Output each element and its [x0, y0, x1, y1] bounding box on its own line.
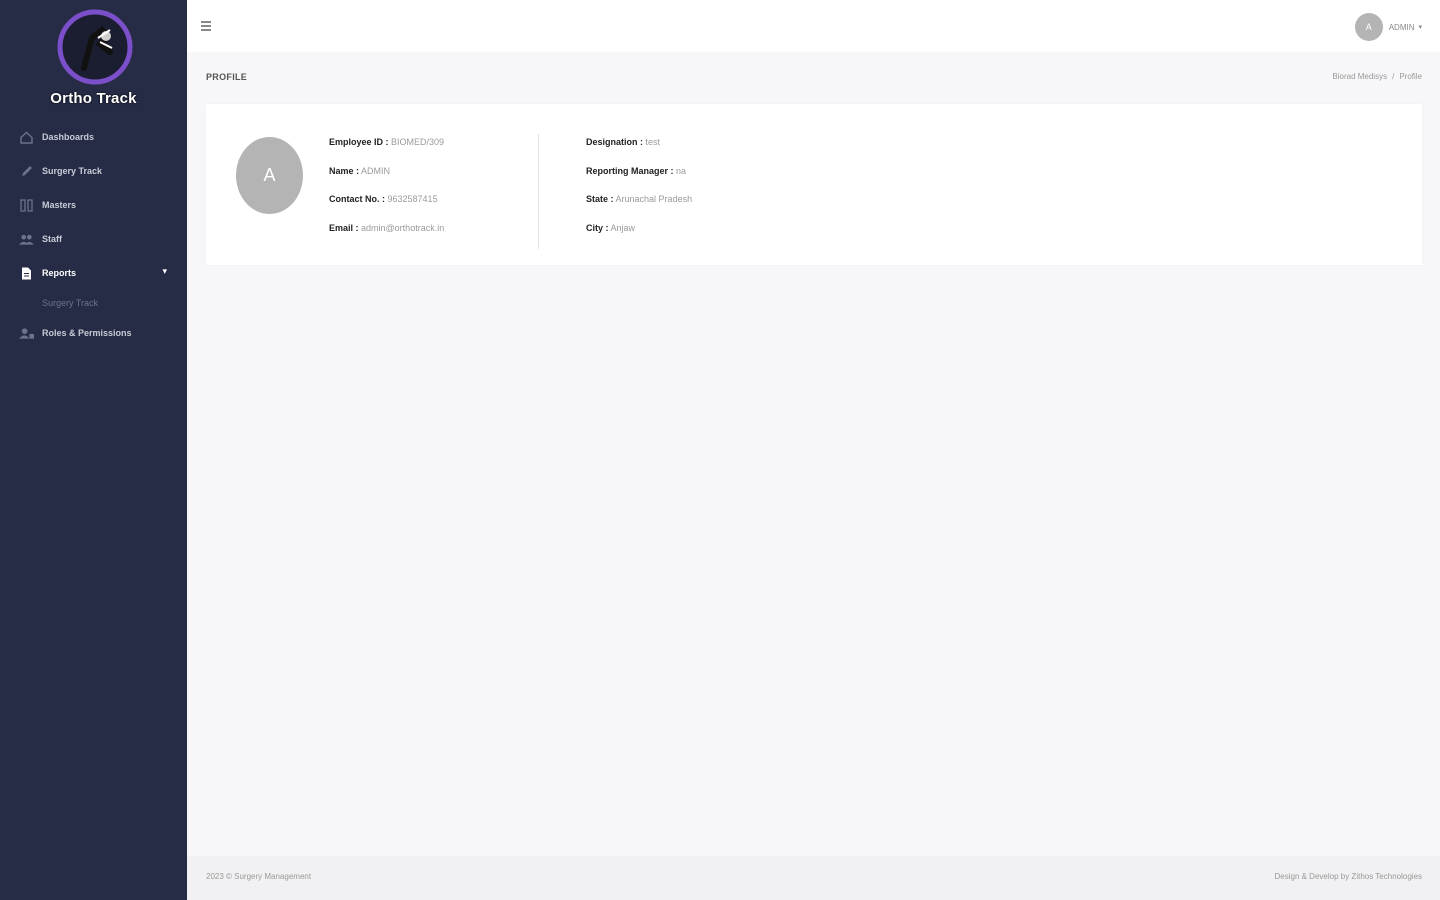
field-value: Arunachal Pradesh: [615, 194, 693, 204]
brand-name: Ortho Track: [50, 90, 137, 107]
document-icon: [19, 266, 34, 281]
sidebar-item-dashboards[interactable]: Dashboards: [0, 120, 187, 154]
field-label: City :: [586, 223, 609, 233]
field-designation: Designation : test: [586, 137, 660, 147]
sidebar-item-label: Staff: [42, 234, 62, 244]
user-name: ADMIN: [1388, 22, 1415, 32]
field-value: test: [645, 137, 661, 147]
sidebar-item-reports[interactable]: Reports ▾: [0, 256, 187, 290]
field-value: Anjaw: [610, 223, 636, 233]
field-value: admin@orthotrack.in: [361, 223, 445, 233]
field-value: 9632587415: [387, 194, 438, 204]
breadcrumb: Biorad Medisys / Profile: [1332, 72, 1422, 81]
sidebar-item-staff[interactable]: Staff: [0, 222, 187, 256]
sidebar-nav: Dashboards Surgery Track Masters Staff R…: [0, 120, 187, 350]
brand-logo[interactable]: Ortho Track: [0, 6, 187, 107]
home-icon: [19, 130, 34, 145]
field-label: Reporting Manager :: [586, 166, 674, 176]
profile-avatar: A: [236, 137, 303, 214]
field-email: Email : admin@orthotrack.in: [329, 223, 444, 233]
sidebar-item-label: Reports: [42, 268, 77, 278]
field-label: Email :: [329, 223, 359, 233]
field-contact: Contact No. : 9632587415: [329, 194, 438, 204]
ortho-track-logo-icon: [57, 9, 133, 85]
breadcrumb-link[interactable]: Biorad Medisys: [1332, 72, 1387, 81]
field-label: Designation :: [586, 137, 644, 147]
field-label: Name :: [329, 166, 360, 176]
sidebar-subitem-surgery-track[interactable]: Surgery Track: [0, 290, 187, 316]
sidebar-item-surgery-track[interactable]: Surgery Track: [0, 154, 187, 188]
user-lock-icon: [19, 326, 34, 341]
field-reporting-manager: Reporting Manager : na: [586, 166, 686, 176]
field-value: ADMIN: [361, 166, 391, 176]
footer-copyright: 2023 © Surgery Management: [206, 872, 312, 881]
profile-card: A Employee ID : BIOMED/309 Name : ADMIN …: [206, 104, 1422, 265]
breadcrumb-current: Profile: [1399, 72, 1422, 81]
sidebar-item-label: Surgery Track: [42, 166, 103, 176]
field-state: State : Arunachal Pradesh: [586, 194, 692, 204]
field-value: BIOMED/309: [391, 137, 445, 147]
chevron-down-icon: ▾: [1418, 24, 1422, 31]
field-label: State :: [586, 194, 614, 204]
avatar: A: [1354, 13, 1383, 41]
sidebar-item-masters[interactable]: Masters: [0, 188, 187, 222]
sidebar-item-label: Dashboards: [42, 132, 95, 142]
field-city: City : Anjaw: [586, 223, 635, 233]
sidebar-item-label: Roles & Permissions: [42, 328, 132, 338]
footer-credit: Design & Develop by Zithos Technologies: [1274, 872, 1423, 881]
divider: [538, 134, 539, 249]
footer: 2023 © Surgery Management Design & Devel…: [187, 856, 1440, 900]
topbar: A ADMIN ▾: [187, 0, 1440, 52]
page-title: PROFILE: [206, 72, 248, 82]
sidebar-item-label: Masters: [42, 200, 77, 210]
sidebar-item-roles-permissions[interactable]: Roles & Permissions: [0, 316, 187, 350]
field-label: Employee ID :: [329, 137, 389, 147]
users-icon: [19, 232, 34, 247]
grid-icon: [19, 198, 34, 213]
pencil-icon: [19, 164, 34, 179]
field-value: na: [676, 166, 687, 176]
user-menu[interactable]: A ADMIN ▾: [1354, 12, 1422, 42]
field-employee-id: Employee ID : BIOMED/309: [329, 137, 444, 147]
breadcrumb-separator: /: [1392, 72, 1395, 81]
chevron-down-icon: ▾: [162, 266, 167, 276]
sidebar-subitem-label: Surgery Track: [42, 298, 99, 308]
field-name: Name : ADMIN: [329, 166, 390, 176]
menu-toggle-icon[interactable]: [201, 19, 215, 33]
sidebar: Ortho Track Dashboards Surgery Track Mas…: [0, 0, 187, 900]
field-label: Contact No. :: [329, 194, 385, 204]
